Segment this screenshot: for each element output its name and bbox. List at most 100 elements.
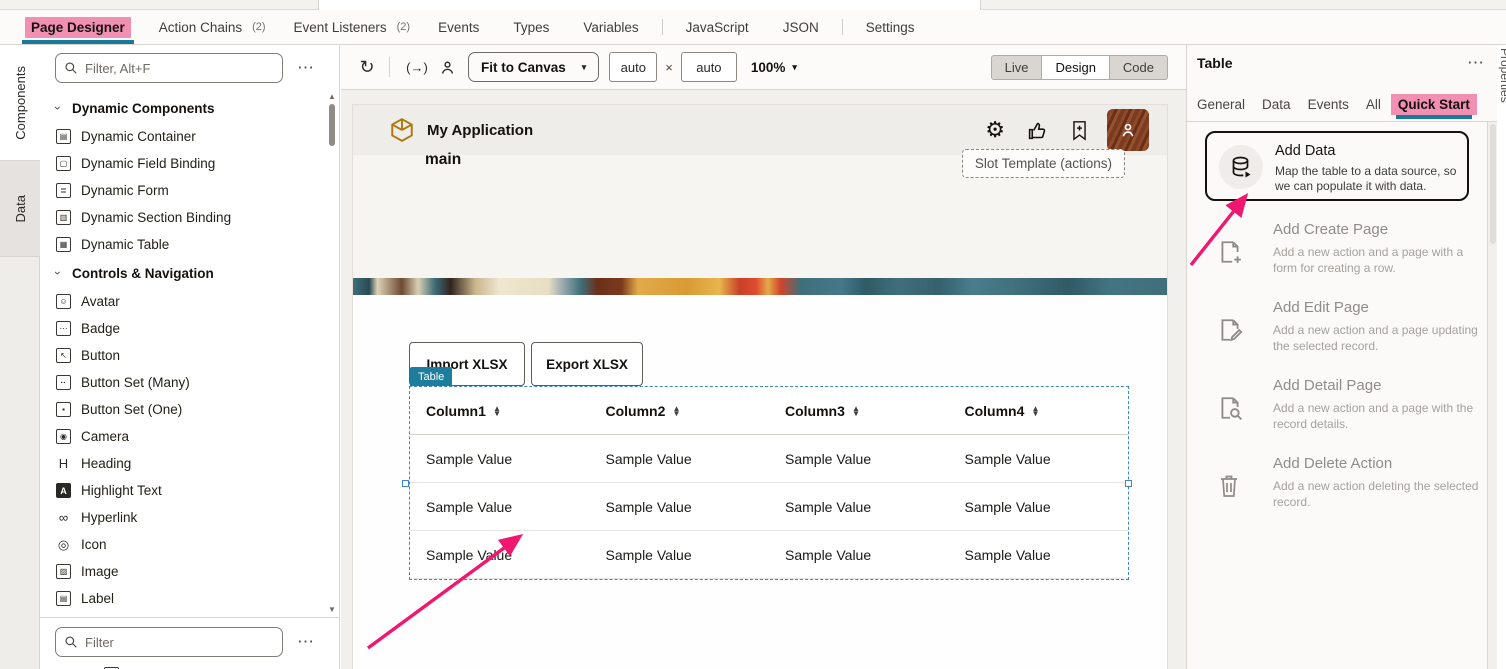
- mode-button-live[interactable]: Live: [991, 55, 1043, 80]
- component-item-label: Dynamic Section Binding: [81, 210, 231, 225]
- quick-start-item-add-create-page[interactable]: Add Create PageAdd a new action and a pa…: [1205, 215, 1483, 293]
- component-item-button-set-one-[interactable]: ▪Button Set (One): [40, 396, 325, 423]
- tab-settings[interactable]: Settings: [849, 10, 932, 44]
- component-item-button-set-many-[interactable]: ▪▪Button Set (Many): [40, 369, 325, 396]
- tab-events[interactable]: Events: [421, 10, 496, 44]
- component-item-camera[interactable]: ◉Camera: [40, 423, 325, 450]
- quick-start-title: Add Edit Page: [1273, 299, 1369, 316]
- scroll-down-icon[interactable]: ▼: [327, 605, 337, 614]
- components-scrollbar[interactable]: ▲ ▼: [327, 92, 337, 614]
- page-search-icon: [1217, 395, 1243, 421]
- top-chrome-right: [980, 0, 1506, 10]
- quick-start-item-add-delete-action[interactable]: Add Delete ActionAdd a new action deleti…: [1205, 449, 1483, 527]
- live-pointer-icon[interactable]: (→): [400, 60, 434, 75]
- bookmark-add-icon[interactable]: [1070, 120, 1089, 141]
- properties-tab-events[interactable]: Events: [1308, 94, 1349, 115]
- components-filter-input[interactable]: [85, 61, 274, 76]
- quick-start-item-add-edit-page[interactable]: Add Edit PageAdd a new action and a page…: [1205, 293, 1483, 371]
- page-content: Import XLSX Export XLSX Table Column1▴▾C…: [353, 295, 1167, 669]
- component-item-label: Label: [81, 591, 114, 606]
- rail-tab-data[interactable]: Data: [0, 160, 40, 257]
- quick-start-desc: Map the table to a data source, so we ca…: [1275, 164, 1471, 195]
- components-filter[interactable]: [55, 53, 283, 83]
- component-item-badge[interactable]: ⋯Badge: [40, 315, 325, 342]
- properties-scrollbar[interactable]: [1487, 122, 1497, 669]
- component-item-button[interactable]: ↖Button: [40, 342, 325, 369]
- structure-filter[interactable]: [55, 627, 283, 657]
- top-chrome-left: [0, 0, 319, 10]
- canvas-width-input[interactable]: [609, 52, 657, 82]
- component-item-heading[interactable]: HHeading: [40, 450, 325, 477]
- quick-start-title: Add Data: [1275, 143, 1335, 159]
- structure-menu-button[interactable]: ⋯: [297, 637, 315, 647]
- components-menu-button[interactable]: ⋯: [297, 63, 315, 73]
- properties-tab-quick-start[interactable]: Quick Start: [1398, 94, 1470, 115]
- tab-count: (2): [397, 21, 410, 33]
- section-header-dynamic-components[interactable]: ›Dynamic Components: [40, 93, 325, 123]
- zoom-value: 100%: [751, 60, 786, 75]
- properties-tab-label: Data: [1262, 97, 1291, 112]
- refresh-icon[interactable]: ↻: [355, 57, 379, 78]
- component-item-label[interactable]: ▤Label: [40, 585, 325, 612]
- scroll-up-icon[interactable]: ▲: [327, 92, 337, 101]
- user-avatar[interactable]: [1107, 109, 1149, 151]
- tab-event-listeners[interactable]: Event Listeners(2): [277, 10, 422, 44]
- component-item-dynamic-form[interactable]: ≣Dynamic Form: [40, 177, 325, 204]
- slot-template-actions[interactable]: Slot Template (actions): [962, 149, 1125, 178]
- component-item-dynamic-table[interactable]: ▦Dynamic Table: [40, 231, 325, 258]
- tab-variables[interactable]: Variables: [566, 10, 655, 44]
- zoom-select[interactable]: 100% ▾: [751, 60, 797, 75]
- component-item-dynamic-field-binding[interactable]: ▢Dynamic Field Binding: [40, 150, 325, 177]
- mode-switch: LiveDesignCode: [991, 55, 1168, 80]
- component-item-label: Button: [81, 348, 120, 363]
- properties-tab-label: All: [1366, 97, 1381, 112]
- button-set-one-icon: ▪: [56, 402, 71, 417]
- properties-menu-button[interactable]: ⋯: [1467, 58, 1485, 68]
- properties-title: Table: [1197, 55, 1233, 71]
- component-item-avatar[interactable]: ☺Avatar: [40, 288, 325, 315]
- database-icon: [1229, 155, 1253, 179]
- resize-handle-right[interactable]: [1125, 480, 1132, 487]
- resize-handle-left[interactable]: [402, 480, 409, 487]
- properties-tab-label: Quick Start: [1391, 94, 1477, 115]
- canvas-height-input[interactable]: [681, 52, 737, 82]
- image-icon: ▨: [56, 564, 71, 579]
- canvas-size-value: Fit to Canvas: [481, 60, 566, 75]
- component-item-label: Image: [81, 564, 119, 579]
- component-item-dynamic-section-binding[interactable]: ▥Dynamic Section Binding: [40, 204, 325, 231]
- thumbs-up-icon[interactable]: [1027, 120, 1048, 141]
- properties-tab-all[interactable]: All: [1366, 94, 1381, 115]
- tab-json[interactable]: JSON: [766, 10, 836, 44]
- canvas-size-select[interactable]: Fit to Canvas ▾: [468, 52, 599, 82]
- collapsed-panel-tab[interactable]: Properties: [1495, 48, 1506, 126]
- tab-action-chains[interactable]: Action Chains(2): [142, 10, 277, 44]
- mode-button-design[interactable]: Design: [1041, 55, 1109, 80]
- left-rail: Components Data: [0, 45, 40, 669]
- mode-button-code[interactable]: Code: [1109, 55, 1168, 80]
- rail-tab-components[interactable]: Components: [0, 45, 41, 160]
- collapsed-panel-label: Properties: [1498, 48, 1506, 103]
- component-item-hyperlink[interactable]: ∞Hyperlink: [40, 504, 325, 531]
- structure-tree-item[interactable]: ▦ Grid Pa: [104, 661, 175, 669]
- app-logo-icon: [389, 117, 415, 143]
- gear-icon[interactable]: ⚙: [985, 119, 1005, 141]
- export-xlsx-button[interactable]: Export XLSX: [531, 342, 643, 386]
- quick-start-add-data-card[interactable]: Add Data Map the table to a data source, …: [1205, 131, 1469, 201]
- page-edit-icon: [1217, 317, 1243, 343]
- user-mode-icon[interactable]: [434, 59, 460, 76]
- properties-tab-general[interactable]: General: [1197, 94, 1245, 115]
- component-item-dynamic-container[interactable]: ▤Dynamic Container: [40, 123, 325, 150]
- quick-start-item-add-detail-page[interactable]: Add Detail PageAdd a new action and a pa…: [1205, 371, 1483, 449]
- tab-page-designer[interactable]: Page Designer: [14, 10, 142, 44]
- structure-filter-input[interactable]: [85, 635, 274, 650]
- scrollbar-thumb[interactable]: [329, 104, 335, 146]
- dynamic-table-icon: ▦: [56, 237, 71, 252]
- component-item-label: Hyperlink: [81, 510, 137, 525]
- tab-javascript[interactable]: JavaScript: [669, 10, 766, 44]
- tab-types[interactable]: Types: [496, 10, 566, 44]
- component-item-icon[interactable]: ◎Icon: [40, 531, 325, 558]
- component-item-highlight-text[interactable]: AHighlight Text: [40, 477, 325, 504]
- properties-tab-data[interactable]: Data: [1262, 94, 1291, 115]
- component-item-image[interactable]: ▨ Image: [40, 558, 325, 585]
- section-header-controls-navigation[interactable]: ›Controls & Navigation: [40, 258, 325, 288]
